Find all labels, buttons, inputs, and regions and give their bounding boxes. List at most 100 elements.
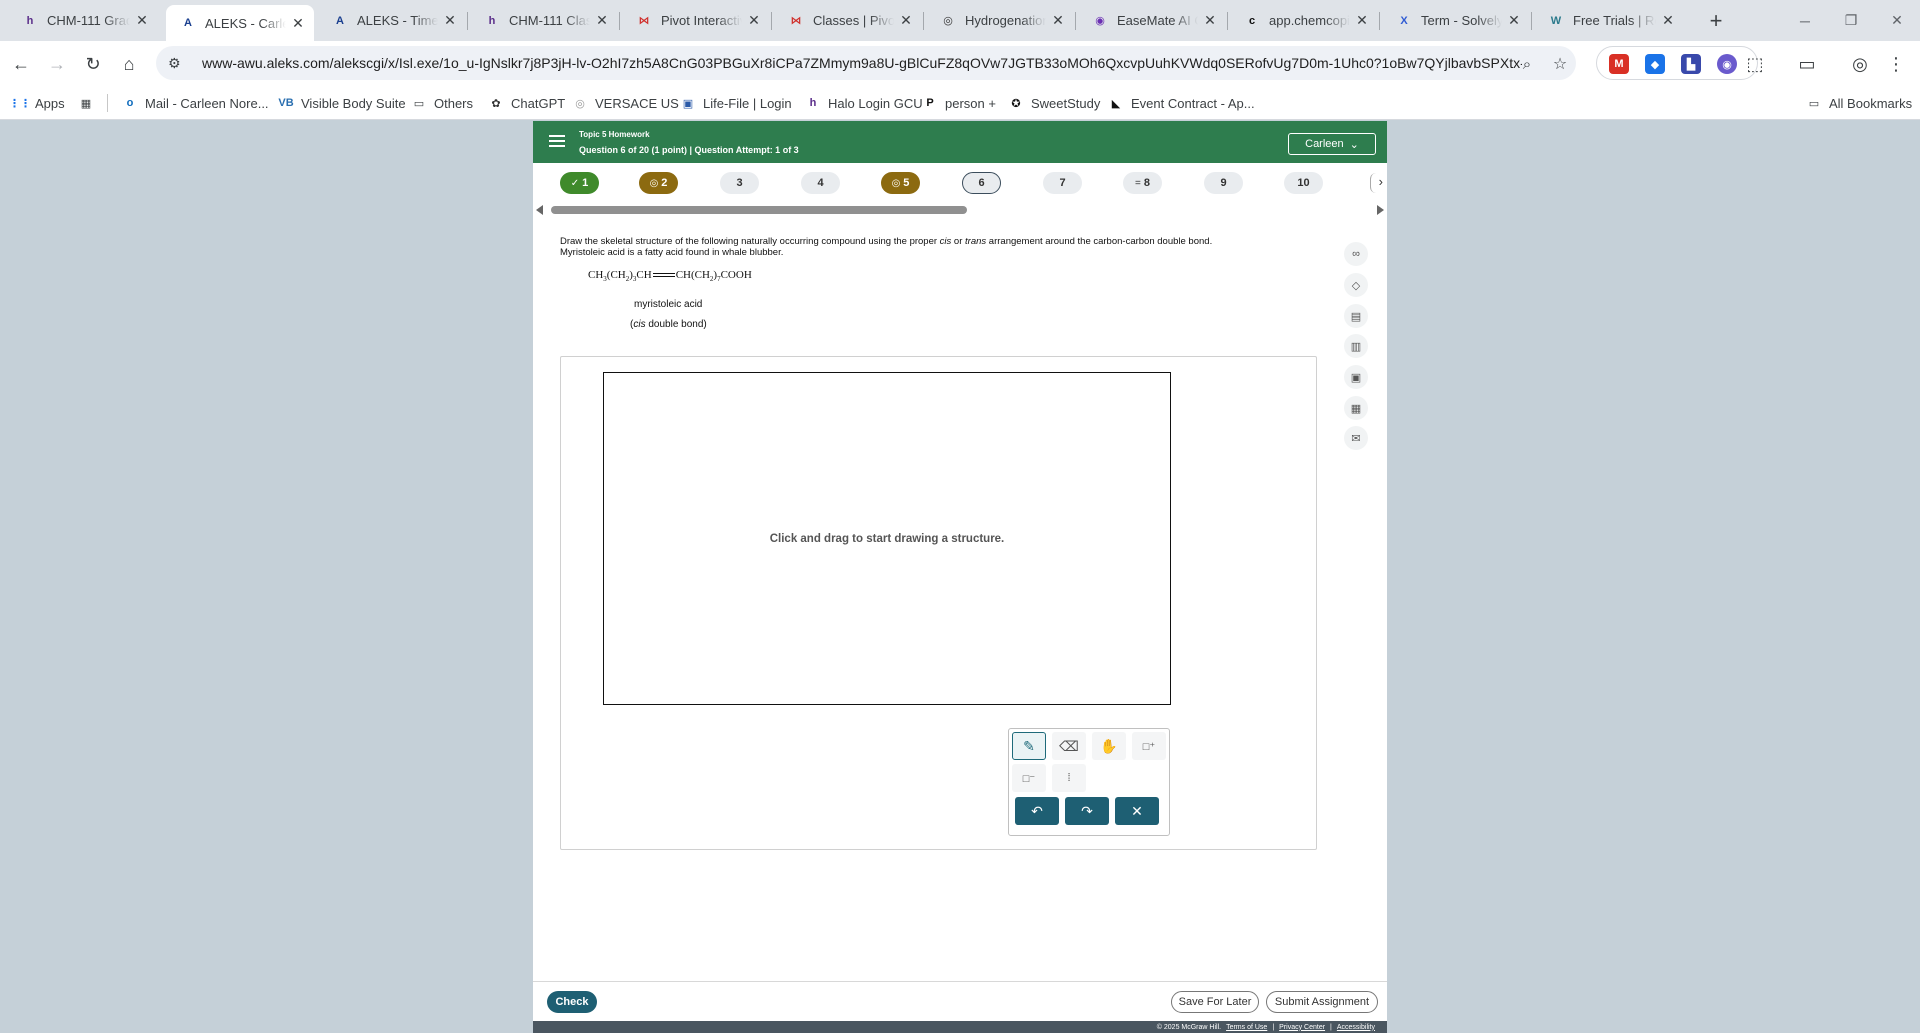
extensions-puzzle-icon[interactable]: ⬚ [1742,51,1768,77]
undo-button[interactable]: ↶ [1015,797,1059,825]
extension-icon[interactable]: M [1609,54,1629,74]
notes-icon[interactable]: ▤ [1344,304,1368,328]
tab-close-icon[interactable]: ✕ [1202,12,1218,29]
minimize-icon[interactable]: ─ [1782,0,1828,41]
bookmark-item[interactable]: ✪ SweetStudy [1008,92,1100,114]
question-pill-9[interactable]: 9 [1204,172,1243,194]
chart-icon[interactable]: ▥ [1344,334,1368,358]
scrollbar-thumb[interactable] [551,206,967,214]
hand-icon[interactable]: ✋ [1092,732,1126,760]
extension-icon[interactable]: ▙ [1681,54,1701,74]
question-pill-4[interactable]: 4 [801,172,840,194]
profile-icon[interactable]: ◎ [1847,51,1873,77]
tab-close-icon[interactable]: ✕ [442,12,458,29]
new-tab-icon[interactable]: + [1704,8,1728,33]
question-pill-8[interactable]: = 8 [1123,172,1162,194]
forward-arrow-icon[interactable]: → [44,51,70,77]
bookmark-item[interactable]: ▭ Others [411,92,473,114]
chevron-right-icon[interactable]: › [1379,174,1383,189]
tab-close-icon[interactable]: ✕ [1506,12,1522,29]
question-status-icon: ◎ [649,177,659,189]
question-pill-6[interactable]: 6 [962,172,1001,194]
next-pill-partial[interactable] [1370,173,1376,193]
save-for-later-button[interactable]: Save For Later [1171,991,1259,1013]
bookmark-item[interactable]: o Mail - Carleen Nore... [122,92,269,114]
question-pill-5[interactable]: ◎ 5 [881,172,920,194]
user-menu-button[interactable]: Carleen ⌄ [1288,133,1376,155]
hamburger-menu-icon[interactable] [549,133,565,149]
browser-tab[interactable]: ◎ Hydrogenation ✕ [926,6,1074,35]
tab-search-icon[interactable]: ▭ [1794,51,1820,77]
bookmark-item[interactable]: ◣ Event Contract - Ap... [1108,92,1255,114]
window-close-icon[interactable]: ✕ [1874,0,1920,41]
site-settings-icon[interactable]: ⚙ [168,55,188,72]
browser-tab[interactable]: c app.chemcopilo ✕ [1230,6,1378,35]
bookmark-star-icon[interactable]: ☆ [1547,51,1573,77]
browser-tab[interactable]: W Free Trials | Rev ✕ [1534,6,1684,35]
tab-close-icon[interactable]: ✕ [1354,12,1370,29]
zoom-icon[interactable]: ⌕ [1514,51,1540,77]
bookmark-item[interactable]: ✿ ChatGPT [488,92,565,114]
mail-icon[interactable]: ✉ [1344,426,1368,450]
ebook-icon[interactable]: ▣ [1344,365,1368,389]
browser-tab[interactable]: h CHM-111 Class ✕ [470,6,618,35]
submit-assignment-button[interactable]: Submit Assignment [1266,991,1378,1013]
bookmark-item[interactable]: ▦ [78,92,101,114]
browser-tab[interactable]: ⋈ Pivot Interactive ✕ [622,6,770,35]
address-bar[interactable]: ⚙ www-awu.aleks.com/alekscgi/x/Isl.exe/1… [156,46,1576,80]
bookmark-item[interactable]: ⋮⋮ Apps [9,92,65,114]
menu-kebab-icon[interactable]: ⋮ [1883,51,1909,77]
question-pill-2[interactable]: ◎ 2 [639,172,678,194]
tab-separator [1075,12,1076,30]
question-pill-3[interactable]: 3 [720,172,759,194]
bookmark-item[interactable]: ▣ Life-File | Login [680,92,792,114]
drawing-canvas[interactable]: Click and drag to start drawing a struct… [603,372,1171,705]
question-pill-7[interactable]: 7 [1043,172,1082,194]
restore-icon[interactable]: ❐ [1828,0,1874,41]
browser-tab[interactable]: A ALEKS - Carleen✕ [166,5,314,41]
bookmark-item[interactable]: ◎ VERSACE US [572,92,679,114]
accessibility-link[interactable]: Accessibility [1337,1024,1375,1031]
browser-tab[interactable]: ◉ EaseMate AI Ch ✕ [1078,6,1226,35]
privacy-link[interactable]: Privacy Center [1279,1024,1325,1031]
bookmark-separator [107,94,108,112]
bookmark-item[interactable]: VB Visible Body Suite [278,92,405,114]
extension-icon[interactable]: ◉ [1717,54,1737,74]
pencil-icon[interactable]: ✎ [1012,732,1046,760]
browser-tab[interactable]: h CHM-111 Grad ✕ [8,6,158,35]
bookmark-item[interactable]: Pperson + [922,92,996,114]
tab-close-icon[interactable]: ✕ [594,12,610,29]
question-pill-10[interactable]: 10 [1284,172,1323,194]
scroll-left-icon[interactable] [536,205,543,215]
question-pill-1[interactable]: ✓ 1 [560,172,599,194]
scroll-right-icon[interactable] [1377,205,1384,215]
home-icon[interactable]: ⌂ [116,51,142,77]
check-button[interactable]: Check [547,991,597,1013]
tag-icon[interactable]: ◇ [1344,273,1368,297]
browser-tab[interactable]: X Term - Solvely ✕ [1382,6,1530,35]
positive-charge-icon[interactable]: □⁺ [1132,732,1166,760]
calculator-icon[interactable]: ▦ [1344,396,1368,420]
bookmark-item[interactable]: h Halo Login GCU [805,92,923,114]
tab-close-icon[interactable]: ✕ [746,12,762,29]
browser-tab[interactable]: ⋈ Classes | Pivot I ✕ [774,6,922,35]
tab-close-icon[interactable]: ✕ [290,15,306,31]
redo-button[interactable]: ↷ [1065,797,1109,825]
back-arrow-icon[interactable]: ← [8,51,34,77]
browser-tab[interactable]: A ALEKS - Timed ✕ [318,6,466,35]
tab-close-icon[interactable]: ✕ [898,12,914,29]
question-nav-scrollbar[interactable] [533,204,1387,216]
url-text[interactable]: www-awu.aleks.com/alekscgi/x/Isl.exe/1o_… [202,55,1522,71]
tab-close-icon[interactable]: ✕ [1050,12,1066,29]
tab-close-icon[interactable]: ✕ [1660,12,1676,29]
all-bookmarks[interactable]: ▭ All Bookmarks [1806,92,1912,114]
clear-button[interactable]: ✕ [1115,797,1159,825]
terms-link[interactable]: Terms of Use [1226,1024,1267,1031]
lone-pair-icon[interactable]: ⁞ [1052,764,1086,792]
infinity-icon[interactable]: ∞ [1344,242,1368,266]
eraser-icon[interactable]: ⌫ [1052,732,1086,760]
negative-charge-icon[interactable]: □⁻ [1012,764,1046,792]
reload-icon[interactable]: ↻ [80,51,106,77]
extension-icon[interactable]: ◆ [1645,54,1665,74]
tab-close-icon[interactable]: ✕ [134,12,150,29]
